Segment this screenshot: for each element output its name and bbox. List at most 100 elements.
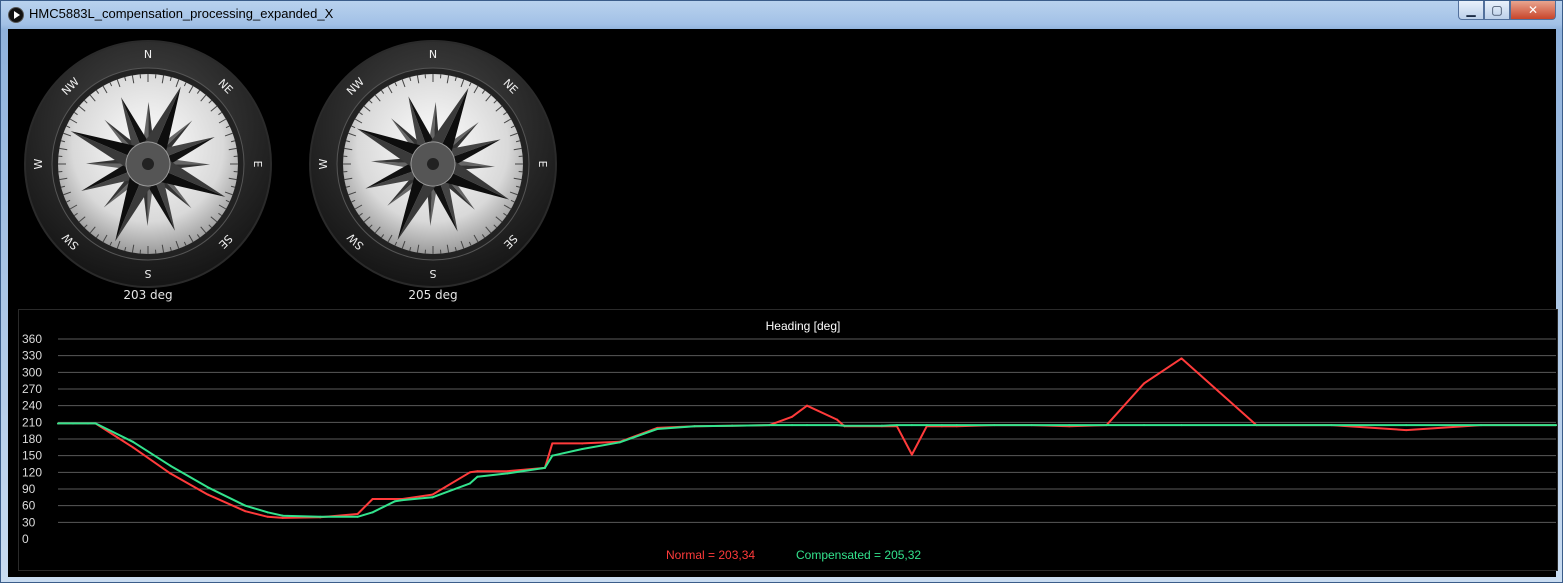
data-point <box>835 418 838 421</box>
dial-label-e: E <box>536 161 549 168</box>
y-tick-label: 30 <box>22 515 36 529</box>
y-tick-label: 300 <box>22 365 42 379</box>
data-point <box>206 493 209 496</box>
data-point <box>57 422 59 425</box>
compass-normal: NNEESESSWWNW <box>24 40 272 288</box>
data-point <box>993 424 996 427</box>
dial-label-n: N <box>429 48 437 61</box>
data-point <box>244 510 247 513</box>
data-point <box>925 424 928 427</box>
app-icon[interactable] <box>8 7 24 23</box>
dial-label-n: N <box>144 48 152 61</box>
data-point <box>431 496 434 499</box>
data-point <box>910 453 913 456</box>
data-point <box>169 472 172 475</box>
heading-chart: Heading [deg] 0 30 60 90 120 150 180 210 240 270 30… <box>18 309 1558 571</box>
data-point <box>1255 424 1258 427</box>
data-point <box>1143 424 1146 427</box>
dial-label-s: S <box>144 267 151 280</box>
dial-label-s: S <box>429 267 436 280</box>
data-point <box>401 499 404 502</box>
data-point <box>356 513 359 515</box>
data-point <box>94 422 97 425</box>
data-point <box>1143 382 1146 385</box>
maximize-button[interactable]: ▢ <box>1484 1 1510 20</box>
window-title: HMC5883L_compensation_processing_expande… <box>29 6 334 21</box>
data-point <box>244 504 247 507</box>
data-point <box>551 442 554 445</box>
data-point <box>281 516 284 519</box>
data-point <box>1405 429 1408 432</box>
data-point <box>356 515 359 518</box>
y-tick-label: 360 <box>22 332 42 346</box>
data-point <box>895 424 898 427</box>
data-point <box>618 441 621 444</box>
data-point <box>1555 424 1557 427</box>
heading-label-compensated: 205 deg <box>408 288 458 302</box>
chart-title: Heading [deg] <box>766 319 841 333</box>
title-bar[interactable]: HMC5883L_compensation_processing_expande… <box>1 1 1562 27</box>
y-tick-label: 210 <box>22 415 42 429</box>
data-point <box>955 424 958 427</box>
y-tick-label: 180 <box>22 432 42 446</box>
data-point <box>431 493 434 496</box>
compass-compensated: NNEESESSWWNW <box>309 40 557 288</box>
dial-label-e: E <box>251 161 264 168</box>
data-point <box>843 424 846 427</box>
legend-entry: Normal = 203,34 <box>666 548 755 562</box>
y-tick-label: 60 <box>22 499 36 513</box>
data-point <box>1180 424 1183 427</box>
data-point <box>468 482 471 485</box>
chart-frame <box>18 309 1558 571</box>
y-tick-label: 330 <box>22 349 42 363</box>
data-point <box>1480 424 1483 427</box>
data-point <box>506 472 509 475</box>
data-point <box>86 422 89 425</box>
data-point <box>768 424 771 427</box>
data-point <box>1330 424 1333 427</box>
legend-entry: Compensated = 205,32 <box>796 548 921 562</box>
data-point <box>835 424 838 427</box>
app-window: HMC5883L_compensation_processing_expande… <box>0 0 1563 583</box>
data-point <box>543 466 546 469</box>
y-tick-label: 90 <box>22 482 36 496</box>
data-point <box>910 424 913 427</box>
y-tick-label: 270 <box>22 382 42 396</box>
data-point <box>731 424 734 427</box>
data-point <box>476 475 479 478</box>
data-point <box>940 424 943 427</box>
data-point <box>1068 424 1071 427</box>
data-point <box>693 425 696 428</box>
data-point <box>581 448 584 450</box>
data-point <box>880 424 883 427</box>
data-point <box>206 486 209 489</box>
data-point <box>506 470 509 473</box>
y-tick-label: 120 <box>22 465 42 479</box>
data-point <box>169 464 172 467</box>
data-point <box>266 511 269 514</box>
close-button[interactable]: ✕ <box>1510 1 1556 20</box>
minimize-button[interactable]: ▁ <box>1458 1 1484 20</box>
dial-label-w: W <box>32 158 45 169</box>
heading-label-normal: 203 deg <box>123 288 173 302</box>
data-point <box>371 511 374 514</box>
y-tick-label: 0 <box>22 532 29 546</box>
data-point <box>581 442 584 445</box>
data-point <box>1405 424 1408 427</box>
dial-label-w: W <box>317 158 330 169</box>
data-point <box>131 440 134 443</box>
data-point <box>319 515 322 518</box>
data-point <box>281 514 284 517</box>
data-point <box>468 471 471 474</box>
data-point <box>1180 357 1183 360</box>
data-point <box>476 470 479 473</box>
data-point <box>71 422 74 425</box>
data-point <box>791 415 794 418</box>
data-point <box>266 515 269 518</box>
y-tick-label: 150 <box>22 449 42 463</box>
data-point <box>394 500 397 503</box>
data-point <box>656 428 659 430</box>
data-point <box>806 424 808 427</box>
data-point <box>791 424 794 427</box>
data-point <box>551 454 554 457</box>
